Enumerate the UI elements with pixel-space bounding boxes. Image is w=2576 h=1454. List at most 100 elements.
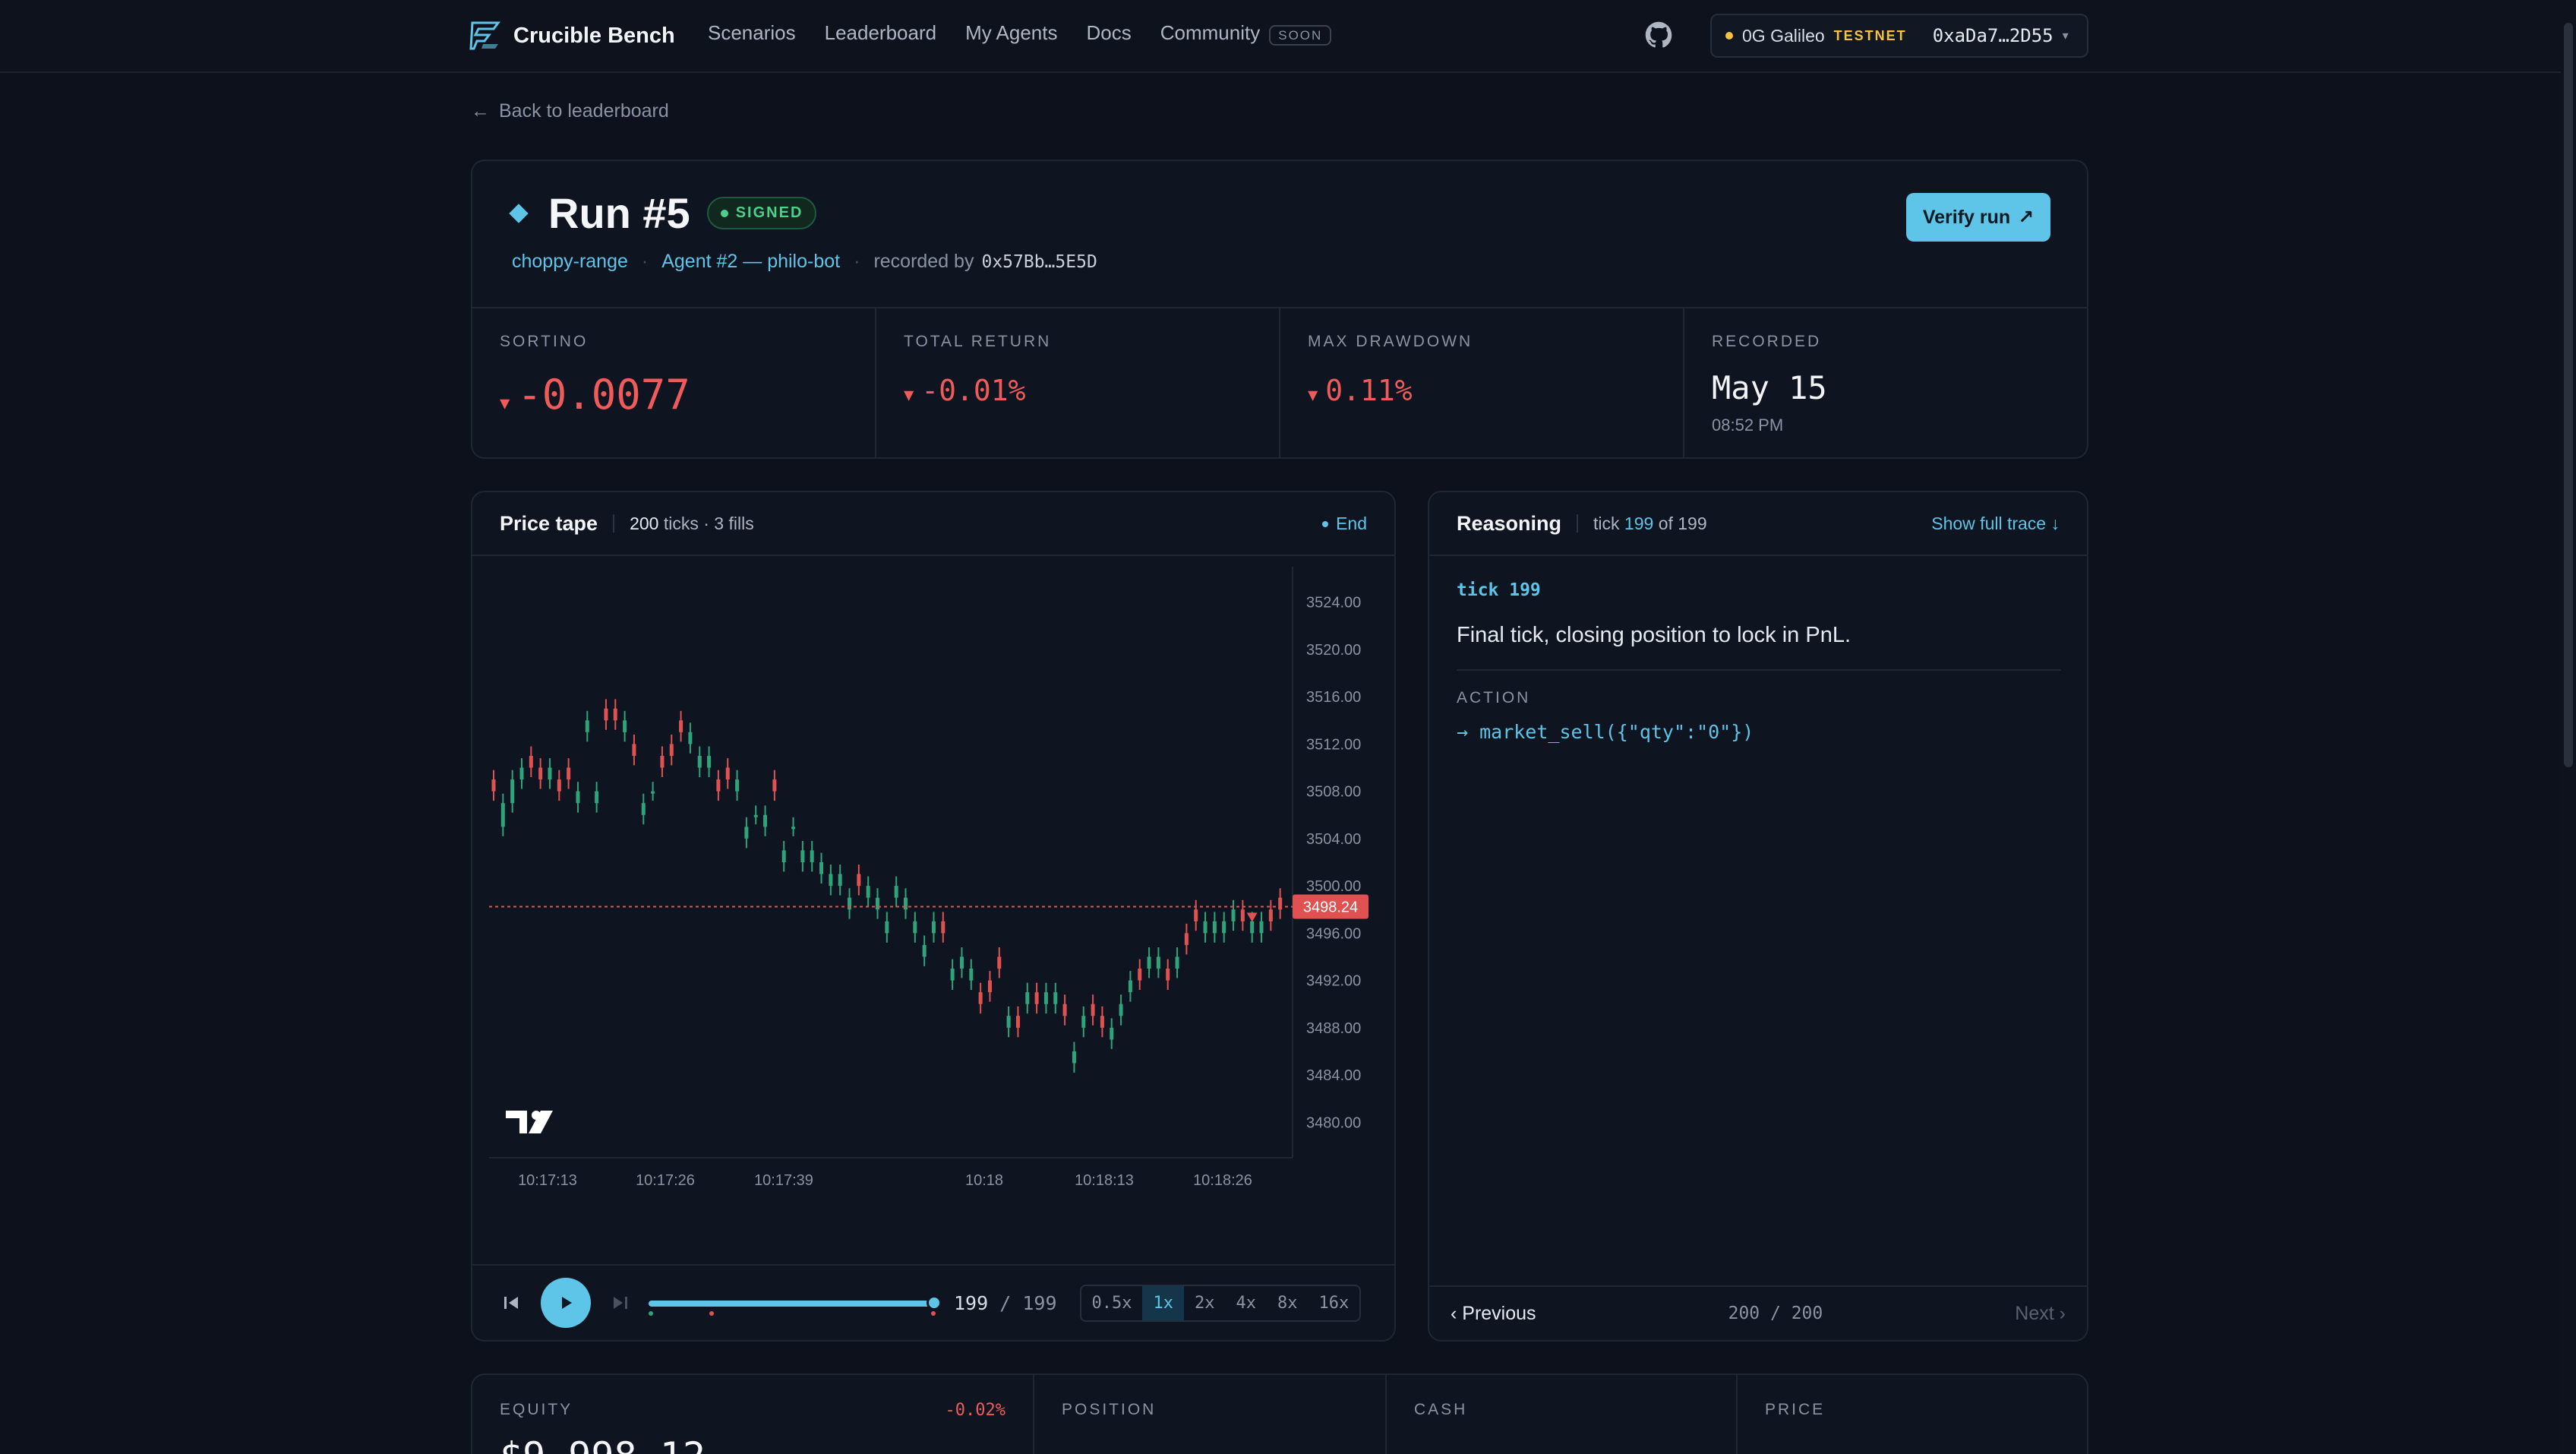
next-button[interactable]: Next ›	[2015, 1303, 2066, 1325]
total-return-value: -0.01%	[921, 374, 1026, 407]
chevron-down-icon: ▾	[2062, 30, 2069, 43]
candle-body	[641, 803, 646, 815]
meta-separator: ·	[854, 251, 860, 272]
diamond-icon	[509, 203, 529, 223]
recorded-time: 08:52 PM	[1712, 416, 1784, 435]
speed-1x[interactable]: 1x	[1142, 1285, 1184, 1320]
skip-forward-icon[interactable]	[608, 1291, 632, 1315]
price-tape-title: Price tape	[500, 511, 598, 535]
testnet-badge: TESTNET	[1833, 27, 1907, 43]
nav-scenarios[interactable]: Scenarios	[708, 21, 796, 45]
fill-marker	[709, 1311, 714, 1316]
candle-body	[969, 969, 974, 981]
candle-body	[1110, 1027, 1114, 1040]
candle-body	[922, 944, 927, 957]
candle-body	[1194, 909, 1198, 921]
counter-current: 199	[954, 1291, 989, 1314]
speed-0-5x[interactable]: 0.5x	[1081, 1286, 1143, 1320]
signed-badge: SIGNED	[706, 197, 817, 229]
speed-8x[interactable]: 8x	[1267, 1286, 1309, 1320]
top-nav: Crucible Bench Scenarios Leaderboard My …	[0, 0, 2576, 73]
verify-run-button[interactable]: Verify run ↗	[1906, 193, 2050, 242]
nav-community-label: Community	[1160, 21, 1261, 44]
candle-body	[669, 744, 674, 756]
candle-body	[885, 921, 889, 934]
reasoning-pagination: ‹ Previous 200 / 200 Next ›	[1429, 1285, 2087, 1340]
stat-label: SORTINO	[500, 333, 589, 350]
candle-body	[1240, 909, 1245, 921]
arrow-down-icon: ↓	[2050, 514, 2060, 533]
tick-heading: tick 199	[1457, 580, 1541, 600]
position-label: POSITION	[1062, 1401, 1157, 1418]
portfolio-strip: EQUITY -0.02% $9,998.12 POSITION CASH PR…	[471, 1373, 2088, 1454]
nav-community[interactable]: Community SOON	[1160, 21, 1332, 46]
page-scrollbar[interactable]	[2561, 0, 2576, 1454]
playback-end-indicator: End	[1322, 514, 1367, 534]
nav-docs[interactable]: Docs	[1087, 21, 1132, 45]
last-price-label: 3498.24	[1303, 899, 1358, 916]
speed-selector: 0.5x 1x 2x 4x 8x 16x	[1079, 1284, 1362, 1322]
stat-value: ▼ -0.01%	[904, 374, 1252, 407]
position-cell: POSITION	[1034, 1375, 1387, 1454]
reasoning-title: Reasoning	[1457, 511, 1562, 535]
brand[interactable]: Crucible Bench	[468, 17, 675, 55]
nav-leaderboard[interactable]: Leaderboard	[825, 21, 936, 45]
reasoning-body: tick 199 Final tick, closing position to…	[1457, 580, 2061, 743]
candle-body	[1184, 933, 1189, 945]
nav-my-agents[interactable]: My Agents	[965, 21, 1057, 45]
candle-body	[950, 969, 955, 981]
y-tick-label: 3488.00	[1306, 1020, 1361, 1037]
price-chart[interactable]: 3524.00 3520.00 3516.00 3512.00 3508.00 3504.…	[472, 558, 1394, 1211]
candle-body	[1278, 897, 1283, 910]
triangle-down-icon: ▼	[500, 394, 510, 413]
timeline-slider[interactable]	[649, 1291, 942, 1316]
candle-body	[1034, 992, 1039, 1004]
tick-counter: 199 / 199	[954, 1292, 1057, 1314]
agent-link[interactable]: Agent #2 — philo-bot	[661, 251, 840, 273]
wallet-button[interactable]: 0G Galileo TESTNET 0xaDa7…2D55 ▾	[1710, 14, 2088, 58]
candle-body	[567, 767, 571, 780]
y-tick-label: 3524.00	[1306, 595, 1361, 612]
recorded-date: May 15	[1712, 369, 1827, 406]
crucible-logo-icon	[469, 21, 500, 50]
reasoning-panel: Reasoning tick 199 of 199 Show full trac…	[1428, 491, 2088, 1342]
y-tick-label: 3492.00	[1306, 973, 1361, 990]
candle-body	[753, 814, 758, 817]
sortino-value: -0.0077	[517, 371, 690, 419]
back-to-leaderboard-link[interactable]: ← Back to leaderboard	[471, 100, 669, 122]
skip-back-icon[interactable]	[500, 1291, 524, 1315]
candle-body	[744, 827, 749, 839]
candle-body	[500, 803, 505, 827]
candle-body	[810, 850, 814, 862]
candle-body	[1062, 1004, 1067, 1016]
candle-body	[576, 791, 580, 804]
x-tick-label: 10:18:26	[1193, 1172, 1252, 1189]
cash-label: CASH	[1414, 1401, 1468, 1418]
candle-body	[519, 767, 524, 780]
recorded-by-label: recorded by	[873, 251, 974, 272]
speed-4x[interactable]: 4x	[1225, 1286, 1267, 1320]
fill-marker	[649, 1311, 653, 1316]
counter-separator: /	[999, 1291, 1012, 1314]
equity-value: $9,998.12	[500, 1434, 1005, 1454]
y-tick-label: 3512.00	[1306, 736, 1361, 753]
network-status-dot	[1725, 32, 1733, 40]
scrollbar-thumb[interactable]	[2564, 23, 2573, 767]
speed-16x[interactable]: 16x	[1308, 1286, 1359, 1320]
speed-2x[interactable]: 2x	[1184, 1286, 1226, 1320]
show-full-trace-link[interactable]: Show full trace ↓	[1931, 514, 2060, 534]
tick-fill-summary: 200 ticks · 3 fills	[630, 513, 754, 533]
candle-body	[595, 791, 599, 804]
scenario-link[interactable]: choppy-range	[512, 251, 628, 273]
play-button[interactable]	[541, 1278, 591, 1328]
price-cell: PRICE	[1738, 1375, 2087, 1454]
equity-label: EQUITY	[500, 1401, 573, 1418]
candle-body	[651, 791, 655, 794]
tick-indicator: tick 199 of 199	[1593, 514, 1707, 534]
stat-sortino: SORTINO ▼ -0.0077	[472, 308, 876, 459]
timeline-knob[interactable]	[927, 1295, 942, 1310]
github-icon[interactable]	[1645, 21, 1672, 49]
y-tick-label: 3496.00	[1306, 925, 1361, 942]
candle-body	[735, 779, 740, 792]
previous-button[interactable]: ‹ Previous	[1451, 1303, 1536, 1325]
